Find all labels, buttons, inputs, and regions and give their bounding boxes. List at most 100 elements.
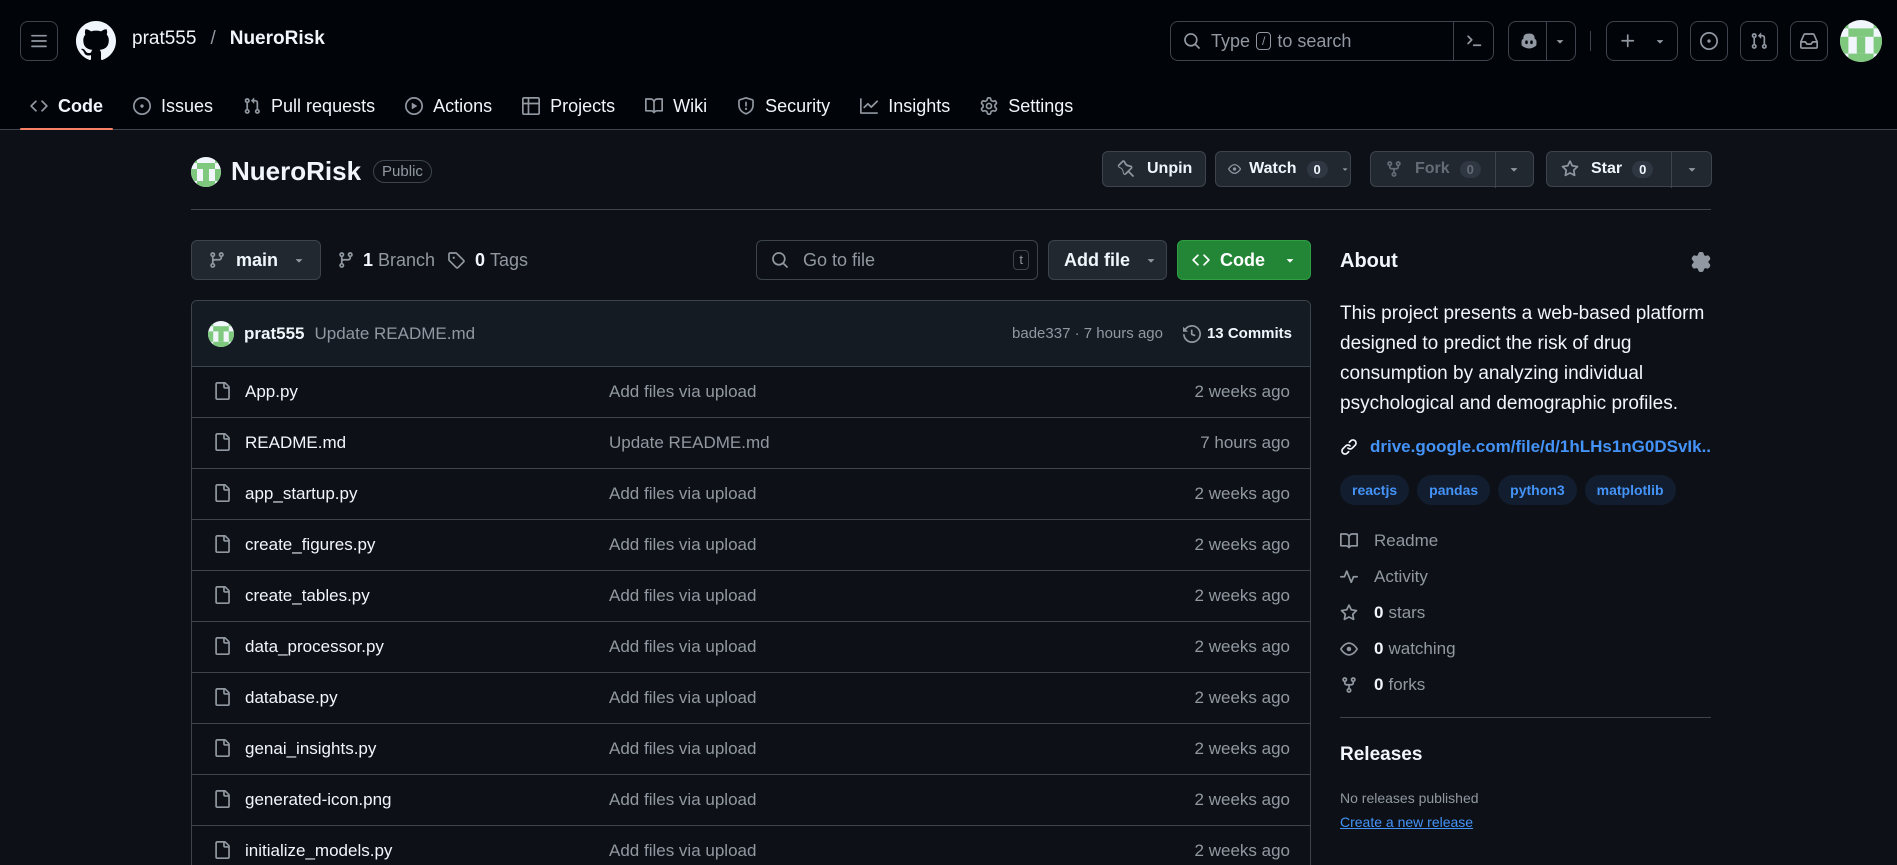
create-release-link[interactable]: Create a new release bbox=[1340, 814, 1711, 830]
inbox-button[interactable] bbox=[1790, 21, 1828, 61]
file-name[interactable]: create_figures.py bbox=[245, 535, 375, 554]
tab-projects[interactable]: Projects bbox=[512, 82, 625, 130]
file-commit-message[interactable]: Add files via upload bbox=[609, 535, 1110, 555]
user-avatar[interactable] bbox=[1840, 20, 1882, 62]
topic-tag[interactable]: matplotlib bbox=[1584, 475, 1676, 505]
file-name[interactable]: data_processor.py bbox=[245, 637, 384, 656]
owner-avatar[interactable] bbox=[191, 156, 221, 187]
watch-button[interactable]: Watch 0 bbox=[1215, 151, 1351, 187]
file-commit-message[interactable]: Add files via upload bbox=[609, 739, 1110, 759]
file-row[interactable]: data_processor.py Add files via upload 2 w… bbox=[192, 622, 1310, 673]
star-button[interactable]: Star 0 bbox=[1546, 151, 1712, 188]
file-name-cell[interactable]: README.md bbox=[192, 433, 609, 453]
file-row[interactable]: App.py Add files via upload 2 weeks ago bbox=[192, 367, 1310, 418]
file-name[interactable]: README.md bbox=[245, 433, 346, 452]
file-row[interactable]: database.py Add files via upload 2 weeks a… bbox=[192, 673, 1310, 724]
tab-security[interactable]: Security bbox=[727, 82, 840, 130]
file-row[interactable]: README.md Update README.md 7 hours ago bbox=[192, 418, 1310, 469]
activity-link[interactable]: Activity bbox=[1340, 559, 1711, 595]
chevron-down-icon[interactable] bbox=[1507, 162, 1521, 176]
tab-actions[interactable]: Actions bbox=[395, 82, 502, 130]
file-commit-message[interactable]: Add files via upload bbox=[609, 586, 1110, 606]
tab-settings[interactable]: Settings bbox=[970, 82, 1083, 130]
create-new-button[interactable] bbox=[1606, 21, 1678, 61]
tab-pull-requests[interactable]: Pull requests bbox=[233, 82, 385, 130]
file-name[interactable]: database.py bbox=[245, 688, 338, 707]
code-button[interactable]: Code bbox=[1177, 240, 1311, 280]
branches-link[interactable]: 1 Branch bbox=[337, 240, 435, 280]
file-commit-message[interactable]: Add files via upload bbox=[609, 688, 1110, 708]
gear-icon[interactable] bbox=[1691, 251, 1711, 272]
file-commit-message[interactable]: Add files via upload bbox=[609, 484, 1110, 504]
tab-wiki[interactable]: Wiki bbox=[635, 82, 717, 130]
file-name-cell[interactable]: App.py bbox=[192, 382, 609, 402]
chevron-down-icon[interactable] bbox=[1340, 162, 1350, 176]
topic-tag[interactable]: python3 bbox=[1498, 475, 1577, 505]
commit-author[interactable]: prat555 bbox=[244, 324, 304, 344]
releases-title[interactable]: Releases bbox=[1340, 744, 1711, 766]
visibility-badge: Public bbox=[373, 160, 432, 183]
file-row[interactable]: create_figures.py Add files via upload 2 w… bbox=[192, 520, 1310, 571]
file-name-cell[interactable]: create_tables.py bbox=[192, 586, 609, 606]
file-name-cell[interactable]: database.py bbox=[192, 688, 609, 708]
file-name-cell[interactable]: create_figures.py bbox=[192, 535, 609, 555]
command-palette-button[interactable] bbox=[1453, 22, 1493, 60]
file-row[interactable]: generated-icon.png Add files via upload 2 … bbox=[192, 775, 1310, 826]
repo-name[interactable]: NueroRisk bbox=[231, 156, 361, 187]
tab-insights[interactable]: Insights bbox=[850, 82, 960, 130]
file-name[interactable]: App.py bbox=[245, 382, 298, 401]
file-date: 2 weeks ago bbox=[1194, 688, 1290, 707]
owner-link[interactable]: prat555 bbox=[132, 28, 196, 50]
file-row[interactable]: genai_insights.py Add files via upload 2 w… bbox=[192, 724, 1310, 775]
topic-tag[interactable]: reactjs bbox=[1340, 475, 1410, 505]
file-name-cell[interactable]: app_startup.py bbox=[192, 484, 609, 504]
file-row[interactable]: create_tables.py Add files via upload 2 we… bbox=[192, 571, 1310, 622]
file-commit-message[interactable]: Add files via upload bbox=[609, 382, 1110, 402]
file-commit-message[interactable]: Add files via upload bbox=[609, 790, 1110, 810]
forks-link[interactable]: 0 forks bbox=[1340, 667, 1711, 703]
watching-link[interactable]: 0 watching bbox=[1340, 631, 1711, 667]
file-name[interactable]: initialize_models.py bbox=[245, 841, 392, 860]
commit-hash-time[interactable]: bade337 · 7 hours ago bbox=[1012, 325, 1163, 342]
file-name-cell[interactable]: initialize_models.py bbox=[192, 841, 609, 861]
file-name-cell[interactable]: generated-icon.png bbox=[192, 790, 609, 810]
chevron-down-icon[interactable] bbox=[1685, 162, 1699, 176]
add-file-button[interactable]: Add file bbox=[1048, 240, 1167, 280]
readme-link[interactable]: Readme bbox=[1340, 523, 1711, 559]
copilot-button[interactable] bbox=[1508, 21, 1576, 61]
fork-icon bbox=[1342, 677, 1356, 693]
tab-issues[interactable]: Issues bbox=[123, 82, 223, 130]
commit-message[interactable]: Update README.md bbox=[314, 324, 475, 344]
file-name-cell[interactable]: genai_insights.py bbox=[192, 739, 609, 759]
file-commit-message[interactable]: Update README.md bbox=[609, 433, 1110, 453]
commit-author-avatar[interactable] bbox=[208, 320, 234, 347]
issues-shortcut-button[interactable] bbox=[1690, 21, 1728, 61]
stars-link[interactable]: 0 stars bbox=[1340, 595, 1711, 631]
about-website-link[interactable]: drive.google.com/file/d/1hLHs1nG0DSvIk..… bbox=[1340, 437, 1711, 457]
topics-list: reactjs pandas python3 matplotlib bbox=[1340, 475, 1711, 505]
file-name[interactable]: create_tables.py bbox=[245, 586, 370, 605]
unpin-button[interactable]: Unpin bbox=[1102, 151, 1206, 187]
file-name[interactable]: generated-icon.png bbox=[245, 790, 392, 809]
branch-select[interactable]: main bbox=[191, 240, 321, 280]
commits-link[interactable]: 13 Commits bbox=[1182, 324, 1292, 343]
pull-requests-shortcut-button[interactable] bbox=[1740, 21, 1778, 61]
tab-code[interactable]: Code bbox=[20, 82, 113, 130]
repo-link[interactable]: NueroRisk bbox=[230, 28, 325, 50]
file-name[interactable]: genai_insights.py bbox=[245, 739, 376, 758]
global-search[interactable]: Type / to search bbox=[1170, 21, 1494, 61]
repo-meta-list: Readme Activity 0 stars 0 watching 0 for… bbox=[1340, 523, 1711, 703]
go-to-file-input[interactable]: Go to file t bbox=[756, 240, 1038, 280]
file-commit-message[interactable]: Add files via upload bbox=[609, 637, 1110, 657]
github-logo-icon[interactable] bbox=[76, 21, 116, 61]
file-name[interactable]: app_startup.py bbox=[245, 484, 357, 503]
topic-tag[interactable]: pandas bbox=[1417, 475, 1491, 505]
fork-button[interactable]: Fork 0 bbox=[1370, 151, 1534, 188]
file-row[interactable]: initialize_models.py Add files via upload… bbox=[192, 826, 1310, 865]
file-row[interactable]: app_startup.py Add files via upload 2 week… bbox=[192, 469, 1310, 520]
code-button-label: Code bbox=[1220, 249, 1265, 270]
tags-link[interactable]: 0 Tags bbox=[447, 240, 528, 280]
file-commit-message[interactable]: Add files via upload bbox=[609, 841, 1110, 861]
file-name-cell[interactable]: data_processor.py bbox=[192, 637, 609, 657]
menu-button[interactable] bbox=[20, 21, 58, 61]
